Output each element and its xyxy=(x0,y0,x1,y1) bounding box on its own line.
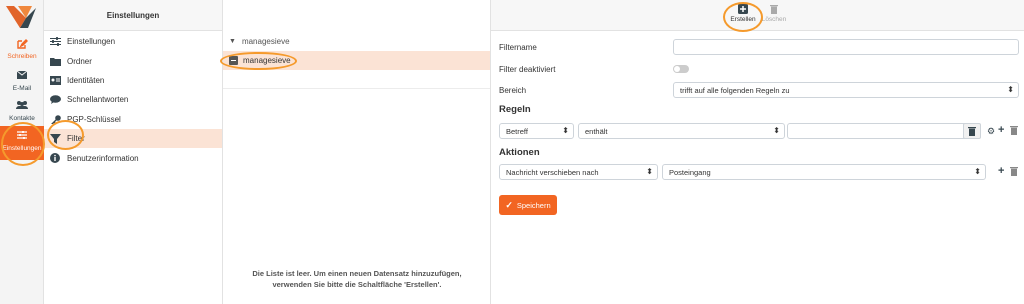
speech-bubble-icon xyxy=(49,95,61,105)
nav-email[interactable]: E-Mail xyxy=(0,66,44,96)
action-target-select[interactable]: Posteingang xyxy=(662,164,986,180)
action-type-select[interactable]: Nachricht verschieben nach xyxy=(499,164,658,180)
rules-section-title: Regeln xyxy=(499,104,531,115)
trash-icon xyxy=(968,126,976,136)
settings-menu: Einstellungen Einstellungen Ordner Ident… xyxy=(44,0,223,304)
delete-button[interactable]: Löschen xyxy=(759,4,789,23)
scope-label: Bereich xyxy=(499,86,527,95)
filter-icon xyxy=(49,133,61,144)
compose-icon xyxy=(0,38,44,52)
info-icon xyxy=(49,153,61,164)
nav-compose[interactable]: Schreiben xyxy=(0,34,44,64)
filter-form-panel: Erstellen Löschen Filtername Filter deak… xyxy=(491,0,1024,304)
settings-item-responses[interactable]: Schnellantworten xyxy=(44,90,222,109)
settings-item-folders[interactable]: Ordner xyxy=(44,51,222,70)
trash-icon xyxy=(770,5,778,14)
chevron-down-icon: ▼ xyxy=(229,38,236,45)
contacts-icon xyxy=(0,100,44,114)
settings-item-identities[interactable]: Identitäten xyxy=(44,71,222,90)
rule-value-input[interactable] xyxy=(787,123,980,139)
nav-settings[interactable]: Einstellungen xyxy=(0,126,44,160)
rule-value-clear-button[interactable] xyxy=(963,123,981,139)
filter-disabled-label: Filter deaktiviert xyxy=(499,65,556,74)
id-card-icon xyxy=(49,75,61,85)
settings-item-filter[interactable]: Filter xyxy=(44,128,222,149)
app-sidebar: Schreiben E-Mail Kontakte Einstellungen xyxy=(0,0,44,304)
delete-action-trash-icon[interactable] xyxy=(1010,167,1018,176)
settings-item-preferences[interactable]: Einstellungen xyxy=(44,32,222,51)
sliders-icon xyxy=(0,130,44,144)
plus-square-icon xyxy=(738,4,748,14)
scope-select[interactable]: trifft auf alle folgenden Regeln zu xyxy=(673,82,1019,98)
sliders-icon xyxy=(49,37,61,47)
add-rule-button[interactable]: + xyxy=(998,125,1004,136)
settings-item-pgp-keys[interactable]: PGP-Schlüssel xyxy=(44,110,222,129)
filterset-icon xyxy=(229,56,238,65)
delete-rule-trash-icon[interactable] xyxy=(1010,126,1018,135)
toolbar: Erstellen Löschen xyxy=(491,0,1024,31)
save-button[interactable]: ✓ Speichern xyxy=(499,195,557,215)
roundcube-logo xyxy=(6,6,36,28)
filter-list-panel: ▼ managesieve managesieve Die Liste ist … xyxy=(223,0,491,304)
filterset-row-selected[interactable]: managesieve xyxy=(223,51,490,70)
filter-disabled-toggle[interactable] xyxy=(673,65,689,73)
key-icon xyxy=(49,114,61,124)
filtername-label: Filtername xyxy=(499,43,537,52)
list-divider xyxy=(223,70,490,89)
rule-header-select[interactable]: Betreff xyxy=(499,123,574,139)
empty-list-message: Die Liste ist leer. Um einen neuen Daten… xyxy=(252,269,462,289)
filterset-group[interactable]: ▼ managesieve xyxy=(223,32,490,51)
rule-operator-select[interactable]: enthält xyxy=(578,123,785,139)
mail-icon xyxy=(0,70,44,84)
check-icon: ✓ xyxy=(505,199,513,210)
gear-icon[interactable]: ⚙ xyxy=(987,126,995,136)
create-button[interactable]: Erstellen xyxy=(728,4,758,23)
actions-section-title: Aktionen xyxy=(499,147,540,158)
nav-contacts[interactable]: Kontakte xyxy=(0,96,44,126)
filtername-input[interactable] xyxy=(673,39,1019,55)
folder-icon xyxy=(49,56,61,66)
settings-item-userinfo[interactable]: Benutzerinformation xyxy=(44,148,222,167)
settings-title: Einstellungen xyxy=(44,0,222,31)
add-action-button[interactable]: + xyxy=(998,166,1004,177)
